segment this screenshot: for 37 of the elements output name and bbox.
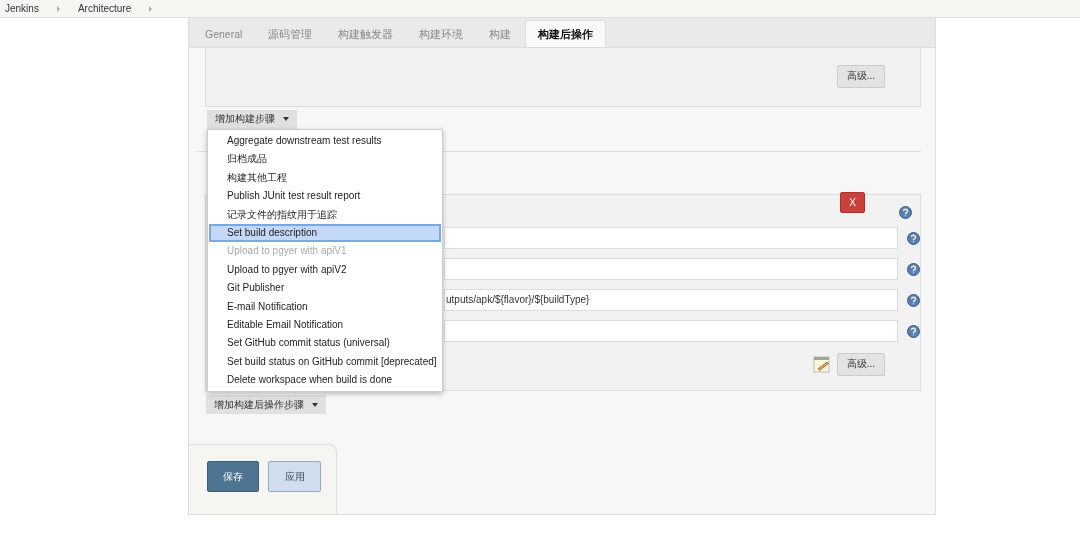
caret-icon <box>283 117 289 122</box>
delete-button[interactable]: X <box>840 191 865 213</box>
menu-item[interactable]: Set build status on GitHub commit [deprecated] <box>209 352 441 372</box>
menu-item[interactable]: 归档成品 <box>209 150 441 169</box>
save-button[interactable]: 保存 <box>207 461 259 493</box>
caret-icon <box>56 5 60 12</box>
caret-icon <box>312 402 318 407</box>
advanced-button[interactable]: 高级... <box>836 352 885 376</box>
add-build-step-button[interactable]: 增加构建步骤 <box>207 109 297 129</box>
help-icon[interactable] <box>907 324 920 338</box>
help-icon[interactable] <box>907 262 920 276</box>
input-field[interactable]: utputs/apk/${flavor}/${buildType} <box>444 289 898 312</box>
menu-item[interactable]: Aggregate downstream test results <box>209 132 441 151</box>
menu-item[interactable]: 记录文件的指纹用于追踪 <box>209 205 441 224</box>
notepad-icon[interactable] <box>812 355 831 374</box>
add-post-build-step-button[interactable]: 增加构建后操作步骤 <box>206 395 326 415</box>
caret-icon <box>149 5 153 12</box>
apply-button[interactable]: 应用 <box>268 461 321 493</box>
menu-item[interactable]: Upload to pgyer with apiV2 <box>209 260 441 280</box>
menu-item[interactable]: Editable Email Notification <box>209 315 441 335</box>
breadcrumb-link[interactable]: Jenkins <box>5 3 39 14</box>
input-field[interactable] <box>444 258 898 281</box>
menu-item[interactable]: Set build description <box>209 223 441 243</box>
input-field[interactable] <box>444 320 898 343</box>
help-icon[interactable] <box>899 205 912 219</box>
advanced-button[interactable]: 高级... <box>836 64 885 88</box>
menu-item[interactable]: Delete workspace when build is done <box>209 371 441 390</box>
tab[interactable]: 构建后操作 <box>525 19 607 47</box>
menu-item[interactable]: Set GitHub commit status (universal) <box>209 334 441 353</box>
menu-item[interactable]: 构建其他工程 <box>209 168 441 188</box>
breadcrumb-link[interactable]: Architecture <box>77 3 132 14</box>
menu-item[interactable]: Publish JUnit test result report <box>209 187 441 206</box>
menu-item[interactable]: Git Publisher <box>209 279 441 298</box>
menu-item[interactable]: E-mail Notification <box>209 297 441 316</box>
input-field[interactable] <box>444 227 898 250</box>
help-icon[interactable] <box>907 231 920 245</box>
help-icon[interactable] <box>907 293 920 307</box>
